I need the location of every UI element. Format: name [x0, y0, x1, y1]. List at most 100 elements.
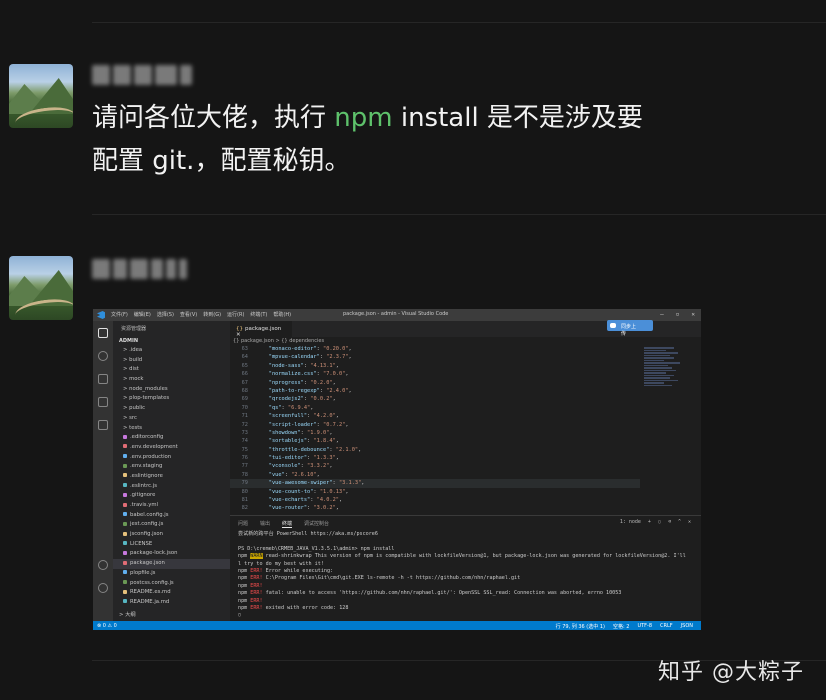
menu-bar: 文件(F) 编辑(E) 选择(S) 查看(V) 转到(G) 运行(R) 终端(T…	[111, 311, 291, 318]
username-redacted[interactable]	[92, 64, 192, 86]
code-editor: 63 "monaco-editor": "0.20.0", 64 "mpvue-c…	[230, 345, 640, 515]
menu-item: 转到(G)	[203, 312, 222, 318]
vscode-logo-icon	[97, 311, 105, 319]
file-item: > dist	[123, 366, 139, 373]
menu-item: 帮助(H)	[273, 312, 292, 318]
close-icon: ✕	[687, 519, 691, 525]
file-item: > mock	[123, 376, 144, 383]
add-terminal-icon: +	[647, 519, 651, 525]
file-item: jest.config.js	[113, 520, 230, 530]
file-icon	[123, 502, 127, 507]
code-line: 81 "vue-echarts": "4.0.2",	[241, 497, 343, 504]
terminal-output: 尝试新的跨平台 PowerShell https://aka.ms/pscore…	[238, 531, 686, 619]
language-mode: JSON	[680, 622, 693, 629]
file-item: > build	[123, 356, 143, 363]
menu-item: 查看(V)	[179, 312, 198, 318]
file-icon	[123, 492, 127, 497]
panel-controls: 1: node + ▯ ⌫ ^ ✕	[620, 519, 691, 525]
code-line: 69 "qrcodejs2": "0.0.2",	[241, 396, 336, 403]
close-icon: ✕	[691, 311, 695, 318]
file-item: .gitignore	[113, 491, 230, 501]
activity-bar	[93, 321, 113, 621]
code-line: 71 "screenfull": "4.2.0",	[241, 413, 339, 420]
code-line: 78 "vue": "2.6.10",	[241, 471, 320, 478]
tab-problems: 问题	[238, 521, 249, 527]
file-icon	[123, 580, 127, 584]
code-line: 68 "path-to-regexp": "2.4.0",	[241, 387, 352, 394]
file-item: .travis.yml	[113, 501, 230, 511]
file-item: > public	[123, 405, 146, 412]
file-item: babel.config.js	[113, 511, 230, 521]
cloud-icon	[610, 323, 616, 328]
file-item: .env.development	[113, 443, 230, 453]
menu-item: 选择(S)	[156, 312, 174, 318]
status-right: 行 79, 列 36 (选中 1) 空格: 2 UTF-8 CRLF JSON	[556, 623, 693, 630]
gear-icon	[98, 583, 108, 593]
menu-item: 编辑(E)	[133, 312, 151, 318]
file-item: README.es.md	[113, 588, 230, 598]
root-folder: ADMIN	[119, 338, 139, 344]
file-icon	[123, 589, 127, 594]
code-line: 74 "sortablejs": "1.8.4",	[241, 438, 339, 445]
file-icon	[123, 531, 127, 536]
problems-count: ⊗ 0 ⚠ 0	[97, 622, 117, 629]
file-icon	[123, 444, 127, 449]
avatar[interactable]	[9, 64, 73, 128]
terminal-panel: 问题 输出 终端 调试控制台 1: node + ▯ ⌫ ^ ✕ 尝试新的跨平台…	[230, 515, 701, 621]
source-control-icon	[98, 374, 108, 384]
file-icon	[123, 454, 127, 459]
code-line: 82 "vue-router": "3.0.2",	[241, 505, 339, 512]
file-icon	[123, 560, 127, 565]
file-icon	[123, 541, 127, 546]
code-line: 64 "mpvue-calendar": "2.3.7",	[241, 354, 352, 361]
vscode-screenshot-image[interactable]: 文件(F) 编辑(E) 选择(S) 查看(V) 转到(G) 运行(R) 终端(T…	[93, 309, 701, 630]
file-item: plopfile.js	[113, 569, 230, 579]
code-line: 73 "showdown": "1.9.0",	[241, 429, 333, 436]
file-item: .env.production	[113, 453, 230, 463]
cursor-position: 行 79, 列 36 (选中 1)	[555, 623, 605, 630]
message-text: 请问各位大佬，执行 npm install 是不是涉及要 配置 git.，配置秘…	[92, 103, 643, 176]
watermark: 知乎 @大粽子	[658, 660, 804, 685]
file-icon	[123, 512, 127, 517]
divider-middle	[92, 214, 826, 215]
explorer-icon	[98, 328, 108, 338]
explorer-sidebar: 资源管理器 ADMIN > .idea > build > dist > mock > …	[113, 321, 230, 621]
file-item: > node_modules	[123, 385, 168, 392]
minimap	[644, 347, 684, 407]
file-icon	[123, 570, 127, 575]
code-line: 70 "qs": "6.9.4",	[241, 404, 314, 411]
file-icon	[123, 521, 127, 526]
file-icon	[123, 599, 127, 604]
file-icon	[123, 434, 127, 439]
code-line: 79 "vue-awesome-swiper": "3.1.3",	[230, 479, 640, 488]
file-item: > .idea	[123, 347, 143, 353]
file-icon	[123, 483, 127, 488]
chevron-up-icon: ^	[677, 519, 681, 525]
panel-tabs: 问题 输出 终端 调试控制台	[238, 520, 329, 528]
file-icon	[123, 473, 127, 478]
menu-item: 运行(R)	[227, 312, 245, 318]
file-item: .eslintrc.js	[113, 482, 230, 492]
file-item: > plop-templates	[123, 395, 170, 402]
maximize-icon: ▫	[675, 311, 680, 318]
file-item: > src	[123, 414, 137, 421]
debug-icon	[98, 397, 108, 407]
code-line: 66 "normalize.css": "7.0.0",	[241, 371, 349, 378]
extensions-icon	[98, 420, 108, 430]
file-item: .eslintignore	[113, 472, 230, 482]
trash-icon: ⌫	[667, 519, 671, 525]
file-item: LICENSE	[113, 540, 230, 550]
window-controls: – ▫ ✕	[660, 311, 695, 318]
tab-output: 输出	[260, 521, 271, 527]
file-item: README.ja.md	[113, 598, 230, 608]
code-line: 63 "monaco-editor": "0.20.0",	[241, 346, 352, 352]
window-title: package.json - admin - Visual Studio Cod…	[343, 311, 449, 317]
file-item: package.json	[113, 559, 230, 569]
file-item: jsconfig.json	[113, 530, 230, 540]
username-redacted[interactable]	[92, 258, 187, 280]
encoding: UTF-8	[637, 622, 653, 629]
avatar[interactable]	[9, 256, 73, 320]
sync-badge: 同步上传	[607, 320, 653, 337]
file-item: .env.staging	[113, 462, 230, 472]
line-ending: CRLF	[660, 622, 673, 629]
